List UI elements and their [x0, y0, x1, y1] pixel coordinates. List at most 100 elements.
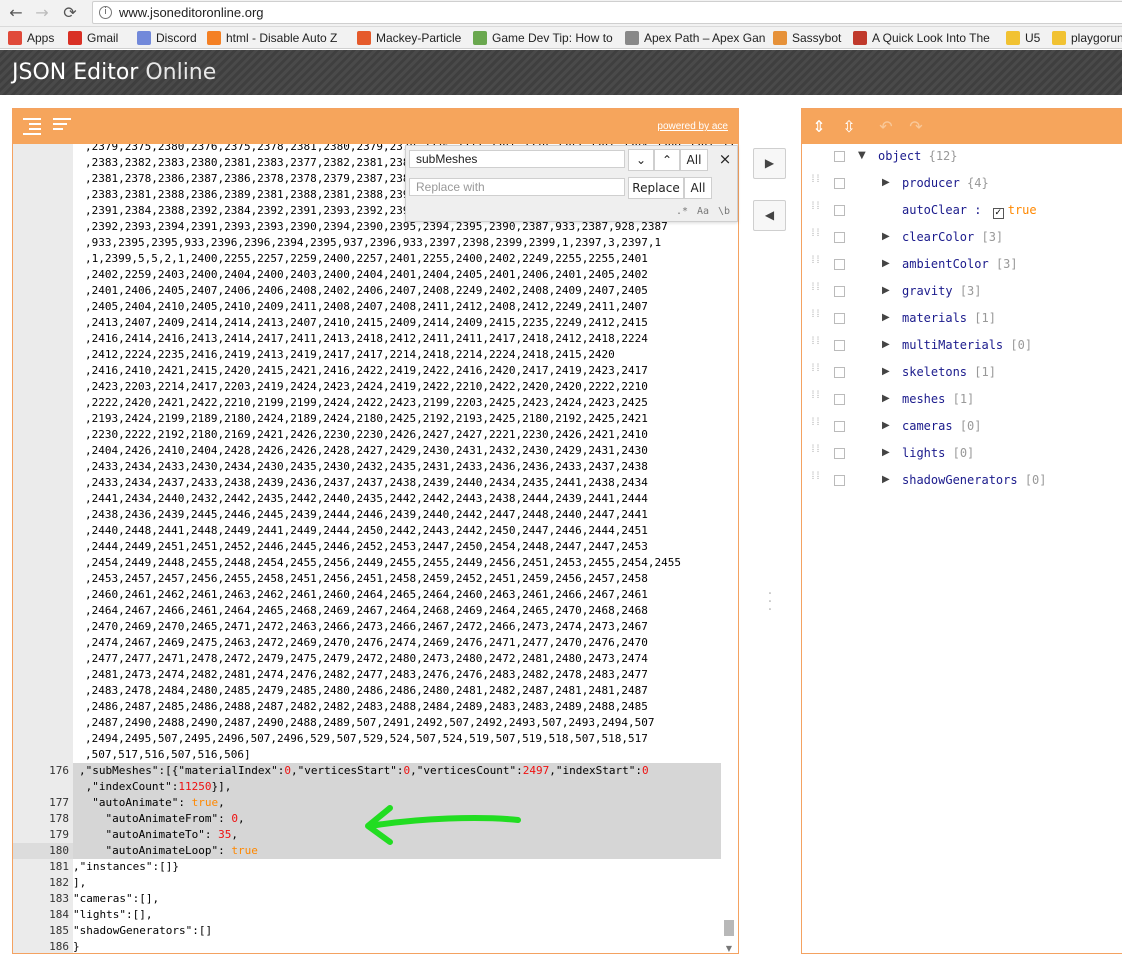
format-icon[interactable] [23, 118, 41, 135]
tree-field-value[interactable]: true [1008, 203, 1037, 217]
bookmark-item[interactable]: U5 [1006, 30, 1040, 46]
bookmark-item[interactable]: Gmail [68, 30, 118, 46]
expand-all-icon[interactable]: ⇕ [809, 117, 829, 137]
tree-field-name[interactable]: multiMaterials [902, 338, 1003, 352]
tree-row[interactable]: ⁞⁞ ▶ producer {4} [802, 170, 1122, 196]
select-checkbox[interactable] [834, 151, 845, 162]
chevron-right-icon[interactable]: ▶ [882, 224, 894, 250]
select-checkbox[interactable] [834, 421, 845, 432]
tree-row[interactable]: ⁞⁞ autoClear : ✓ true [802, 197, 1122, 223]
bookmark-item[interactable]: playgorun [1052, 30, 1122, 46]
drag-handle-icon[interactable]: ⁞⁞ [810, 337, 821, 351]
regex-toggle[interactable]: .* [672, 204, 692, 220]
drag-handle-icon[interactable]: ⁞⁞ [810, 310, 821, 324]
drag-handle-icon[interactable]: ⁞⁞ [810, 364, 821, 378]
boolean-checkbox[interactable]: ✓ [992, 208, 1004, 219]
chevron-right-icon[interactable]: ▶ [882, 359, 894, 385]
scrollbar-thumb[interactable] [724, 920, 734, 936]
select-checkbox[interactable] [834, 448, 845, 459]
select-checkbox[interactable] [834, 394, 845, 405]
chevron-down-icon[interactable]: ▼ [858, 143, 870, 169]
tree-field-name[interactable]: shadowGenerators [902, 473, 1018, 487]
drag-handle-icon[interactable]: ⁞⁞ [810, 445, 821, 459]
tree-field-name[interactable]: materials [902, 311, 967, 325]
select-checkbox[interactable] [834, 367, 845, 378]
select-checkbox[interactable] [834, 259, 845, 270]
copy-to-tree-button[interactable]: ▶ [753, 148, 786, 179]
scroll-down-icon[interactable]: ▼ [723, 944, 735, 953]
find-next-button[interactable]: ⌄ [628, 149, 654, 171]
chevron-right-icon[interactable]: ▶ [882, 278, 894, 304]
bookmark-item[interactable]: html - Disable Auto Z [207, 30, 337, 46]
drag-handle-icon[interactable]: ⁞⁞ [810, 418, 821, 432]
drag-handle-icon[interactable]: ⁞⁞ [810, 202, 821, 216]
tree-row[interactable]: ⁞⁞ ▶ materials [1] [802, 305, 1122, 331]
find-previous-button[interactable]: ⌃ [654, 149, 680, 171]
tree-field-name[interactable]: autoClear [902, 203, 967, 217]
collapse-all-icon[interactable]: ⇳ [839, 117, 859, 137]
whole-word-toggle[interactable]: \b [714, 204, 734, 220]
tree-row[interactable]: ⁞⁞ ▶ ambientColor [3] [802, 251, 1122, 277]
select-checkbox[interactable] [834, 205, 845, 216]
tree-field-name[interactable]: lights [902, 446, 945, 460]
select-checkbox[interactable] [834, 286, 845, 297]
select-checkbox[interactable] [834, 475, 845, 486]
tree-row[interactable]: ⁞⁞ ▶ lights [0] [802, 440, 1122, 466]
tree-field-name[interactable]: producer [902, 176, 960, 190]
tree-row[interactable]: ⁞⁞ ▶ skeletons [1] [802, 359, 1122, 385]
chevron-right-icon[interactable]: ▶ [882, 251, 894, 277]
replace-button[interactable]: Replace [628, 177, 684, 199]
chevron-right-icon[interactable]: ▶ [882, 386, 894, 412]
tree-field-name[interactable]: cameras [902, 419, 953, 433]
chevron-right-icon[interactable]: ▶ [882, 413, 894, 439]
replace-input[interactable] [409, 178, 625, 196]
bookmark-item[interactable]: Apps [8, 30, 54, 46]
case-sensitive-toggle[interactable]: Aa [693, 204, 713, 220]
tree-row[interactable]: ▼ object {12} [802, 143, 1122, 169]
bookmark-item[interactable]: Sassybot [773, 30, 841, 46]
tree-row[interactable]: ⁞⁞ ▶ multiMaterials [0] [802, 332, 1122, 358]
drag-handle-icon[interactable]: ⁞⁞ [810, 283, 821, 297]
undo-icon[interactable]: ↶ [876, 117, 896, 137]
forward-arrow-icon[interactable]: → [32, 3, 52, 23]
tree-row[interactable]: ⁞⁞ ▶ clearColor [3] [802, 224, 1122, 250]
drag-handle-icon[interactable]: ⁞⁞ [810, 472, 821, 486]
chevron-right-icon[interactable]: ▶ [882, 305, 894, 331]
bookmark-item[interactable]: Discord [137, 30, 197, 46]
chevron-right-icon[interactable]: ▶ [882, 170, 894, 196]
close-search-button[interactable]: × [716, 149, 734, 171]
powered-by-link[interactable]: powered by ace [657, 121, 728, 132]
address-bar[interactable]: i www.jsoneditoronline.org [92, 1, 1122, 24]
tree-row[interactable]: ⁞⁞ ▶ meshes [1] [802, 386, 1122, 412]
reload-icon[interactable]: ⟳ [60, 3, 80, 23]
tree-row[interactable]: ⁞⁞ ▶ gravity [3] [802, 278, 1122, 304]
chevron-right-icon[interactable]: ▶ [882, 440, 894, 466]
select-checkbox[interactable] [834, 313, 845, 324]
chevron-right-icon[interactable]: ▶ [882, 332, 894, 358]
tree-field-name[interactable]: clearColor [902, 230, 974, 244]
tree-field-name[interactable]: gravity [902, 284, 953, 298]
compact-icon[interactable] [53, 118, 71, 134]
bookmark-item[interactable]: A Quick Look Into The [853, 30, 990, 46]
drag-handle-icon[interactable]: ⁞⁞ [810, 229, 821, 243]
redo-icon[interactable]: ↷ [906, 117, 926, 137]
bookmark-item[interactable]: Apex Path – Apex Gan [625, 30, 765, 46]
bookmark-item[interactable]: Mackey-Particle [357, 30, 461, 46]
code-scrollbar[interactable]: ▼ [723, 144, 735, 953]
splitter-handle[interactable]: · · · [766, 587, 774, 617]
search-input[interactable] [409, 150, 625, 168]
replace-all-button[interactable]: All [684, 177, 712, 199]
select-checkbox[interactable] [834, 340, 845, 351]
info-icon[interactable]: i [99, 6, 112, 19]
drag-handle-icon[interactable]: ⁞⁞ [810, 391, 821, 405]
back-arrow-icon[interactable]: ← [6, 3, 26, 23]
tree-row[interactable]: ⁞⁞ ▶ cameras [0] [802, 413, 1122, 439]
chevron-right-icon[interactable]: ▶ [882, 467, 894, 493]
select-checkbox[interactable] [834, 232, 845, 243]
find-all-button[interactable]: All [680, 149, 708, 171]
tree-row[interactable]: ⁞⁞ ▶ shadowGenerators [0] [802, 467, 1122, 493]
copy-to-code-button[interactable]: ◀ [753, 200, 786, 231]
drag-handle-icon[interactable]: ⁞⁞ [810, 256, 821, 270]
drag-handle-icon[interactable]: ⁞⁞ [810, 175, 821, 189]
tree-field-name[interactable]: ambientColor [902, 257, 989, 271]
